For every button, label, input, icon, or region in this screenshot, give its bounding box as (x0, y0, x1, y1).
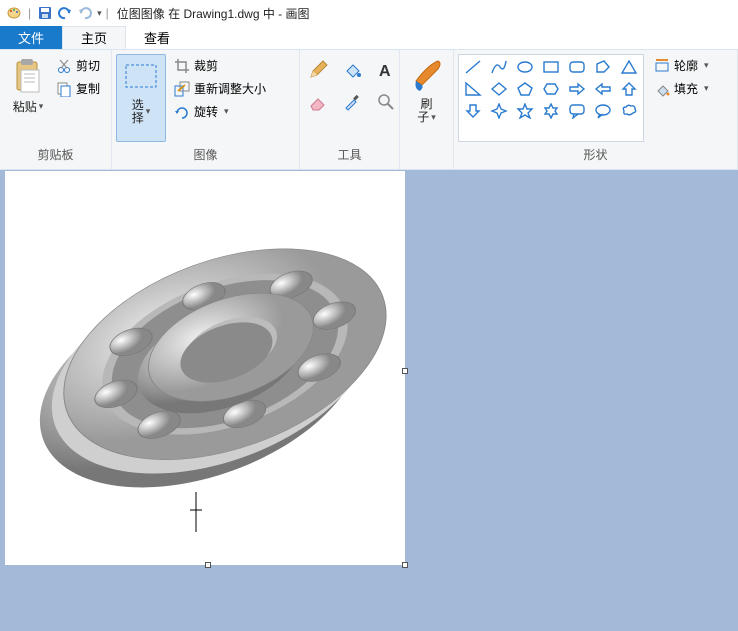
rotate-button[interactable]: 旋转 ▾ (170, 102, 270, 121)
outline-icon (654, 58, 670, 74)
crop-icon (174, 58, 190, 74)
tab-home[interactable]: 主页 (62, 26, 126, 49)
panel-image: 选 择▾ 裁剪 重新调整大小 旋转▾ 图像 (112, 50, 300, 169)
resize-label: 重新调整大小 (194, 80, 266, 97)
select-button[interactable]: 选 择▾ (116, 54, 166, 142)
window-title: 位图图像 在 Drawing1.dwg 中 - 画图 (117, 5, 310, 22)
shape-oval-icon[interactable] (513, 57, 537, 77)
picker-tool-icon[interactable] (342, 92, 362, 112)
fill-label: 填充 (674, 80, 698, 97)
cut-button[interactable]: 剪切 (52, 56, 104, 75)
shape-callout-round-icon[interactable] (565, 101, 589, 121)
rotate-icon (174, 104, 190, 120)
panel-tools: A 工具 (300, 50, 400, 169)
resize-button[interactable]: 重新调整大小 (170, 79, 270, 98)
cut-label: 剪切 (76, 57, 100, 74)
resize-handle-bottom[interactable] (205, 562, 211, 568)
separator: | (28, 6, 31, 20)
outline-label: 轮廓 (674, 57, 698, 74)
dropdown-icon: ▾ (704, 83, 709, 94)
shape-pentagon-icon[interactable] (513, 79, 537, 99)
dropdown-icon: ▾ (431, 113, 436, 123)
resize-icon (174, 81, 190, 97)
shape-roundrect-icon[interactable] (565, 57, 589, 77)
shape-arrow-down-icon[interactable] (461, 101, 485, 121)
resize-handle-corner[interactable] (402, 562, 408, 568)
dropdown-icon: ▾ (146, 107, 151, 117)
shape-rect-icon[interactable] (539, 57, 563, 77)
svg-text:A: A (379, 63, 391, 80)
shape-rtriangle-icon[interactable] (461, 79, 485, 99)
cut-icon (56, 58, 72, 74)
panel-brush-label (400, 159, 453, 169)
text-tool-icon[interactable]: A (376, 60, 396, 80)
rotate-label: 旋转 (194, 103, 218, 120)
shape-curve-icon[interactable] (487, 57, 511, 77)
panel-shapes-label: 形状 (454, 142, 737, 169)
copy-icon (56, 81, 72, 97)
qat-dropdown-icon[interactable]: ▾ (97, 8, 102, 19)
panel-image-label: 图像 (112, 142, 299, 169)
tab-view[interactable]: 查看 (126, 26, 188, 49)
brush-icon (409, 56, 445, 96)
title-bar: | ▾ | 位图图像 在 Drawing1.dwg 中 - 画图 (0, 0, 738, 26)
redo-icon[interactable] (77, 5, 93, 21)
paste-label: 粘贴 (13, 98, 37, 115)
shape-arrow-left-icon[interactable] (591, 79, 615, 99)
pencil-tool-icon[interactable] (308, 60, 328, 80)
ribbon-tabs: 文件 主页 查看 (0, 26, 738, 50)
save-icon[interactable] (37, 5, 53, 21)
magnifier-tool-icon[interactable] (376, 92, 396, 112)
dropdown-icon: ▾ (224, 106, 229, 117)
tab-file[interactable]: 文件 (0, 26, 62, 49)
separator: | (106, 6, 109, 20)
canvas[interactable] (6, 172, 404, 564)
crop-button[interactable]: 裁剪 (170, 56, 270, 75)
shape-triangle-icon[interactable] (617, 57, 641, 77)
fill-button[interactable]: 填充 ▾ (650, 79, 713, 98)
brush-button[interactable]: 刷 子▾ (404, 54, 449, 159)
dropdown-icon: ▾ (39, 101, 44, 112)
paste-icon (10, 56, 46, 96)
shape-star5-icon[interactable] (513, 101, 537, 121)
canvas-area (0, 170, 738, 566)
shape-star4-icon[interactable] (487, 101, 511, 121)
shape-diamond-icon[interactable] (487, 79, 511, 99)
dropdown-icon: ▾ (704, 60, 709, 71)
panel-clipboard-label: 剪贴板 (0, 142, 111, 169)
shape-callout-oval-icon[interactable] (591, 101, 615, 121)
eraser-tool-icon[interactable] (308, 92, 328, 112)
shape-star6-icon[interactable] (539, 101, 563, 121)
shapes-gallery[interactable] (458, 54, 644, 142)
copy-label: 复制 (76, 80, 100, 97)
paste-button[interactable]: 粘贴▾ (4, 54, 52, 142)
panel-shapes: 轮廓 ▾ 填充 ▾ 形状 (454, 50, 738, 169)
panel-brush: 刷 子▾ (400, 50, 454, 169)
outline-button[interactable]: 轮廓 ▾ (650, 56, 713, 75)
brush-label-2: 子 (417, 111, 429, 124)
copy-button[interactable]: 复制 (52, 79, 104, 98)
select-label: 选 择 (132, 99, 144, 125)
shape-callout-cloud-icon[interactable] (617, 101, 641, 121)
app-icon (6, 5, 22, 21)
ribbon: 粘贴▾ 剪切 复制 剪贴板 选 择▾ (0, 50, 738, 170)
crop-label: 裁剪 (194, 57, 218, 74)
select-icon (123, 57, 159, 97)
fill-tool-icon[interactable] (342, 60, 362, 80)
shape-polygon-icon[interactable] (591, 57, 615, 77)
shape-arrow-right-icon[interactable] (565, 79, 589, 99)
fill-icon (654, 81, 670, 97)
panel-tools-label: 工具 (300, 142, 399, 169)
shape-arrow-up-icon[interactable] (617, 79, 641, 99)
resize-handle-right[interactable] (402, 368, 408, 374)
panel-clipboard: 粘贴▾ 剪切 复制 剪贴板 (0, 50, 112, 169)
undo-icon[interactable] (57, 5, 73, 21)
shape-line-icon[interactable] (461, 57, 485, 77)
shape-hexagon-icon[interactable] (539, 79, 563, 99)
